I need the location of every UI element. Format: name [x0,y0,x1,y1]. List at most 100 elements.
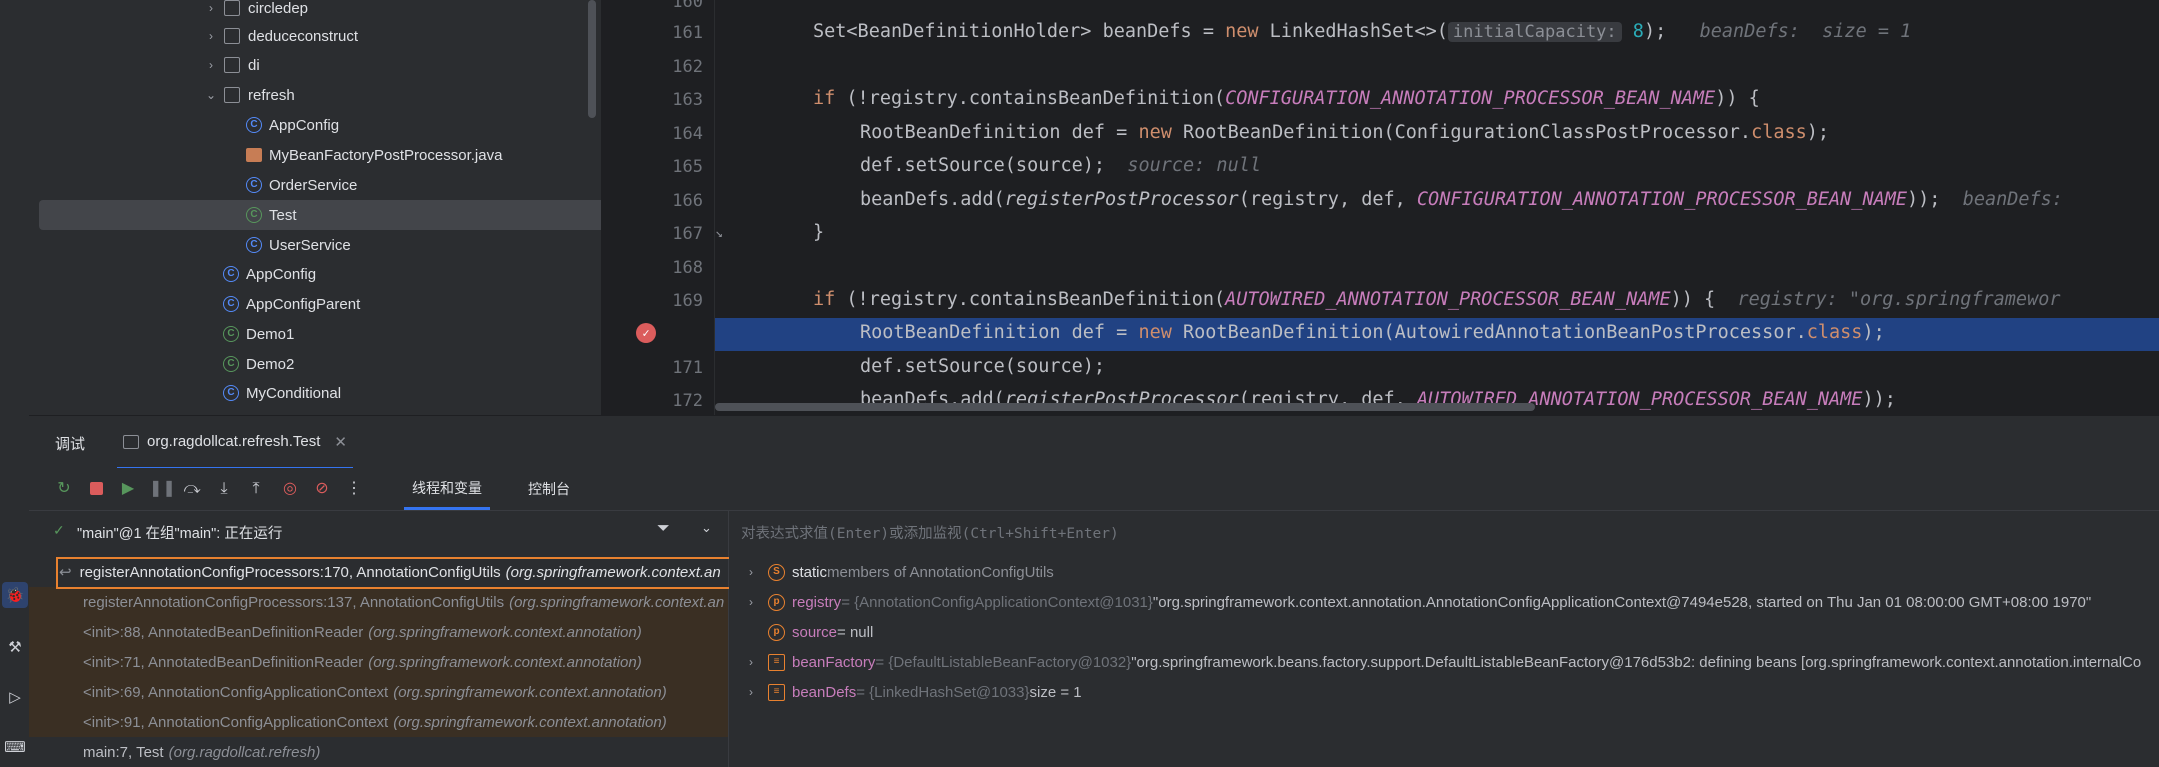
tree-item-circledep[interactable]: › circledep [39,0,601,23]
stack-frame[interactable]: <init>:88, AnnotatedBeanDefinitionReader… [29,617,728,647]
check-icon: ✓ [53,522,65,538]
thread-status: "main"@1 在组"main": 正在运行 [77,526,283,542]
class-icon: C [246,177,262,193]
parameter-icon: p [768,593,785,611]
editor-horizontal-scrollbar[interactable] [715,403,1535,411]
static-members-icon: S [768,563,785,581]
filter-icon[interactable]: ⏷ [657,520,670,538]
debug-panel-title: 调试 [55,436,86,453]
tree-item-demo1[interactable]: C Demo1 [39,319,601,349]
code-line-161: Set<BeanDefinitionHolder> beanDefs = new… [813,21,1912,42]
tab-threads-variables[interactable]: 线程和变量 [404,468,490,510]
services-tool-icon[interactable]: ▷ [2,684,28,710]
line-number: 169 [672,291,703,311]
tree-scrollbar[interactable] [588,0,596,118]
tree-item-di[interactable]: › di [39,50,601,80]
package-icon [224,87,240,103]
view-breakpoints-icon[interactable]: ◎ [279,478,301,500]
chevron-right-icon[interactable]: › [744,685,758,699]
tree-item-userservice[interactable]: C UserService [39,230,601,260]
stack-frame[interactable]: registerAnnotationConfigProcessors:137, … [29,587,728,617]
chevron-down-icon[interactable]: ⌄ [204,88,218,102]
step-out-icon[interactable]: ⤒ [245,478,267,500]
package-icon [224,57,240,73]
line-number: 160 [672,0,703,12]
line-number: 168 [672,258,703,278]
chevron-right-icon[interactable]: › [744,595,758,609]
chevron-right-icon[interactable]: › [204,29,218,43]
build-tool-icon[interactable]: ⚒ [2,634,28,660]
close-icon[interactable]: ✕ [334,433,347,451]
tree-item-mybeanfactorypostprocessor[interactable]: MyBeanFactoryPostProcessor.java [39,140,601,170]
chevron-right-icon[interactable]: › [744,655,758,669]
runnable-class-icon: C [223,326,239,342]
debug-toolbar: ↻ ▶ ❚❚ ⤼ ⤓ ⤒ ◎ ⊘ ⋮ 线程和变量 控制台 [29,468,2159,510]
line-number: 165 [672,157,703,177]
thread-selector[interactable]: ✓ "main"@1 在组"main": 正在运行 ⏷ ⌄ [29,510,729,553]
code-line-165: def.setSource(source); source: null [860,155,1261,176]
line-number: 166 [672,191,703,211]
evaluate-expression-field[interactable]: 对表达式求值(Enter)或添加监视(Ctrl+Shift+Enter) [729,510,2159,553]
chevron-right-icon[interactable]: › [744,565,758,579]
tree-item-myconditional[interactable]: C MyConditional [39,378,601,408]
inline-debug-value: beanDefs: size = 1 [1699,21,1912,42]
tree-item-appconfig-root[interactable]: C AppConfig [39,259,601,289]
debug-tool-window-header: 调试 org.ragdollcat.refresh.Test ✕ [29,415,2159,470]
debug-tool-icon[interactable]: 🐞 [2,582,28,608]
tree-item-orderservice[interactable]: C OrderService [39,170,601,200]
step-into-icon[interactable]: ⤓ [213,478,235,500]
variables-tree: › Sstatic members of AnnotationConfigUtil… [729,552,2159,767]
line-number: 163 [672,90,703,110]
tab-console[interactable]: 控制台 [520,468,578,510]
package-icon [224,28,240,44]
code-line-171: def.setSource(source); [860,356,1106,377]
parameter-icon: p [768,623,785,641]
field-icon: ≡ [768,683,785,701]
variable-row[interactable]: › ≡ beanFactory = {DefaultListableBeanFact… [729,647,2159,677]
debug-session-icon [123,434,139,449]
rerun-icon[interactable]: ↻ [53,478,75,500]
code-line-169: if (!registry.containsBeanDefinition(AUT… [813,289,2061,310]
code-editor[interactable]: 160 161 162 163 164 165 166 167 168 169 … [603,0,2159,415]
chevron-right-icon[interactable]: › [204,58,218,72]
line-number: 167 [672,224,703,244]
tree-item-appconfigparent[interactable]: C AppConfigParent [39,289,601,319]
chevron-right-icon[interactable]: › [204,1,218,15]
inline-debug-value: source: null [1127,155,1261,176]
stop-icon[interactable] [85,478,107,500]
evaluate-placeholder: 对表达式求值(Enter)或添加监视(Ctrl+Shift+Enter) [741,526,1119,542]
stack-frame[interactable]: <init>:69, AnnotationConfigApplicationCo… [29,677,728,707]
project-tree: › circledep › deduceconstruct › di ⌄ refresh… [29,0,601,415]
pause-icon[interactable]: ❚❚ [149,478,176,500]
variable-row[interactable]: › p registry = {AnnotationConfigApplicatio… [729,587,2159,617]
breakpoint-icon[interactable]: ✓ [636,323,656,343]
class-icon: C [246,237,262,253]
package-icon [224,0,240,16]
mute-breakpoints-icon[interactable]: ⊘ [311,478,333,500]
step-over-icon[interactable]: ⤼ [181,478,203,500]
chevron-down-icon[interactable]: ⌄ [701,520,712,536]
tree-item-demo2[interactable]: C Demo2 [39,349,601,379]
variable-row[interactable]: › ≡ beanDefs = {LinkedHashSet@1033} size =… [729,677,2159,707]
stack-frame[interactable]: <init>:71, AnnotatedBeanDefinitionReader… [29,647,728,677]
code-line-164: RootBeanDefinition def = new RootBeanDef… [860,122,1830,143]
tab-debug-session[interactable]: org.ragdollcat.refresh.Test ✕ [117,416,353,470]
class-icon: C [223,296,239,312]
class-icon: C [246,117,262,133]
line-number: 171 [672,358,703,378]
tree-item-refresh[interactable]: ⌄ refresh [39,80,601,110]
field-icon: ≡ [768,653,785,671]
step-marker-icon: ↘ [715,226,723,241]
stack-frame[interactable]: main:7, Test (org.ragdollcat.refresh) [29,737,728,767]
terminal-tool-icon[interactable]: ⌨ [2,734,28,760]
more-options-icon[interactable]: ⋮ [343,478,365,500]
tree-item-appconfig[interactable]: C AppConfig [39,110,601,140]
variable-row[interactable]: › Sstatic members of AnnotationConfigUtil… [729,557,2159,587]
stack-frame[interactable]: <init>:91, AnnotationConfigApplicationCo… [29,707,728,737]
runnable-class-icon: C [246,207,262,223]
tree-item-test[interactable]: C Test [39,200,601,230]
gutter-divider [714,0,715,415]
variable-row[interactable]: ›psource = null [729,617,2159,647]
resume-icon[interactable]: ▶ [117,478,139,500]
tree-item-deduceconstruct[interactable]: › deduceconstruct [39,21,601,51]
